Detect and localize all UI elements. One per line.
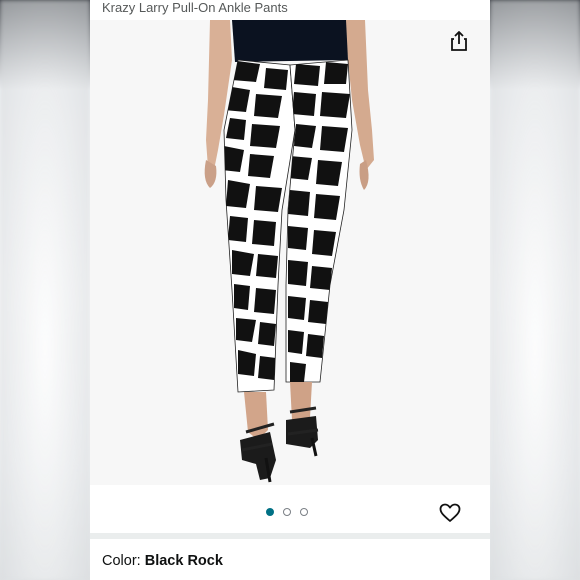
- carousel-dots: [266, 508, 308, 516]
- color-value: Black Rock: [144, 553, 223, 569]
- product-photo: [204, 20, 374, 483]
- section-divider: [90, 533, 490, 539]
- product-panel: Krazy Larry Pull-On Ankle Pants Color: B…: [90, 0, 490, 580]
- share-button[interactable]: [446, 28, 472, 54]
- carousel-dot-2[interactable]: [283, 508, 291, 516]
- backdrop-right: [490, 0, 580, 580]
- carousel-dot-3[interactable]: [300, 508, 308, 516]
- product-title[interactable]: Krazy Larry Pull-On Ankle Pants: [102, 0, 288, 16]
- carousel-bar: [90, 485, 490, 533]
- carousel-dot-1[interactable]: [266, 508, 274, 516]
- backdrop-left: [0, 0, 90, 580]
- color-label: Color:: [102, 553, 145, 569]
- wishlist-button[interactable]: [439, 503, 461, 523]
- title-bar: Krazy Larry Pull-On Ankle Pants: [90, 0, 490, 20]
- share-icon: [451, 31, 467, 51]
- color-selection: Color: Black Rock: [102, 553, 223, 569]
- heart-icon: [439, 503, 461, 522]
- product-image[interactable]: [90, 20, 490, 485]
